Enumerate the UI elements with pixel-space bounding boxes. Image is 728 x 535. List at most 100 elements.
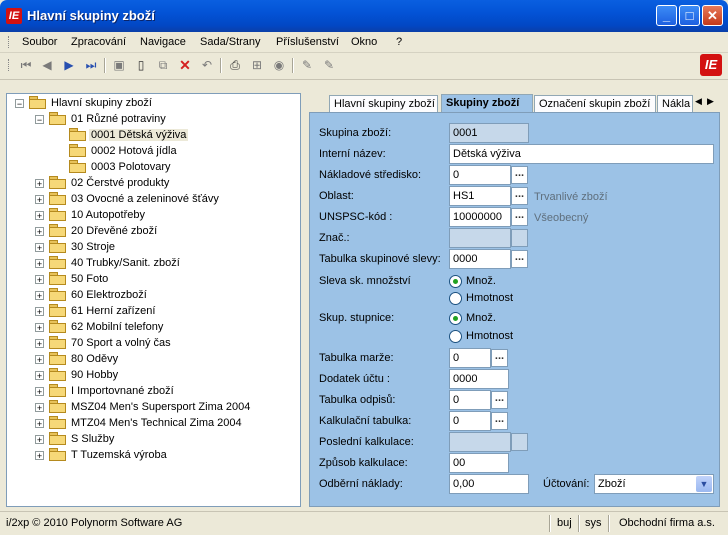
tab-naklady[interactable]: Nákla	[657, 95, 693, 113]
tree-node[interactable]: T Tuzemská výroba	[49, 447, 169, 463]
expand-icon[interactable]: +	[35, 419, 44, 429]
delete-icon[interactable]: ✕	[177, 57, 193, 73]
tree-node[interactable]: 80 Oděvy	[49, 351, 120, 367]
tree-icon[interactable]: ⊞	[249, 57, 265, 73]
chevron-down-icon[interactable]: ▼	[696, 476, 712, 492]
tree-node[interactable]: S Služby	[49, 431, 116, 447]
group-tree[interactable]: − Hlavní skupiny zboží − 01 Různé potrav…	[6, 93, 301, 507]
expand-icon[interactable]: +	[35, 179, 44, 189]
refresh-icon[interactable]: ◉	[271, 57, 287, 73]
nazev-input[interactable]: Dětská výživa	[449, 144, 714, 164]
slevy-input[interactable]: 0000	[449, 249, 511, 269]
expand-icon[interactable]: +	[35, 211, 44, 221]
kalk-lookup-button[interactable]: ...	[491, 412, 508, 430]
oblast-lookup-button[interactable]: ...	[511, 187, 528, 205]
tree-node[interactable]: 30 Stroje	[49, 239, 117, 255]
expand-icon[interactable]: +	[35, 355, 44, 365]
menu-navigace[interactable]: Navigace	[140, 36, 186, 48]
stupnice-mnoz-radio[interactable]	[449, 312, 462, 325]
tree-node[interactable]: 10 Autopotřeby	[49, 207, 147, 223]
tree-node[interactable]: MSZ04 Men's Supersport Zima 2004	[49, 399, 252, 415]
undo-icon[interactable]: ↶	[199, 57, 215, 73]
naklad-input[interactable]: 0	[449, 165, 511, 185]
new-document-icon[interactable]: ▯	[133, 57, 149, 73]
tree-node[interactable]: 61 Herní zařízení	[49, 303, 157, 319]
menu-soubor[interactable]: Soubor	[22, 36, 57, 48]
copy-icon[interactable]: ⧉	[155, 57, 171, 73]
expand-icon[interactable]: +	[35, 403, 44, 413]
tab-scroll-left-icon[interactable]: ◀	[695, 96, 704, 107]
tree-node-selected[interactable]: 0001 Dětská výživa	[69, 127, 189, 143]
tree-node[interactable]: 62 Mobilní telefony	[49, 319, 165, 335]
tree-node[interactable]: I Importovnané zboží	[49, 383, 176, 399]
stupnice-hmotnost-radio[interactable]	[449, 330, 462, 343]
save-icon[interactable]: ▣	[111, 57, 127, 73]
expand-icon[interactable]: +	[35, 451, 44, 461]
expand-icon[interactable]: +	[35, 243, 44, 253]
menu-zpracovani[interactable]: Zpracování	[71, 36, 126, 48]
tree-node[interactable]: 20 Dřevěné zboží	[49, 223, 159, 239]
tree-node[interactable]: 03 Ovocné a zeleninové šťávy	[49, 191, 221, 207]
next-record-icon[interactable]: ▶	[61, 57, 77, 73]
tab-scroll-right-icon[interactable]: ▶	[707, 96, 716, 107]
tab-hlavni-skupiny[interactable]: Hlavní skupiny zboží	[329, 95, 438, 113]
menu-prislusenstvi[interactable]: Příslušenství	[276, 36, 339, 48]
menu-okno[interactable]: Okno	[351, 36, 377, 48]
expand-icon[interactable]: +	[35, 259, 44, 269]
tree-node[interactable]: 40 Trubky/Sanit. zboží	[49, 255, 182, 271]
slevy-lookup-button[interactable]: ...	[511, 250, 528, 268]
posledni-kalkulace-label: Poslední kalkulace:	[319, 436, 414, 448]
dodatek-input[interactable]: 0000	[449, 369, 509, 389]
expand-icon[interactable]: +	[35, 339, 44, 349]
kalk-input[interactable]: 0	[449, 411, 491, 431]
close-button[interactable]: ✕	[702, 5, 723, 26]
prev-record-icon[interactable]: ◀	[39, 57, 55, 73]
menu-help[interactable]: ?	[396, 36, 402, 48]
collapse-icon[interactable]: −	[35, 115, 44, 125]
tree-node[interactable]: 01 Různé potraviny	[49, 111, 168, 127]
print-icon[interactable]: ⎙	[227, 57, 243, 73]
uctovani-select[interactable]: Zboží ▼	[594, 474, 714, 494]
odberni-input[interactable]: 0,00	[449, 474, 529, 494]
edit-all-icon[interactable]: ✎	[321, 57, 337, 73]
sleva-mnoz-radio[interactable]	[449, 275, 462, 288]
expand-icon[interactable]: +	[35, 275, 44, 285]
naklad-lookup-button[interactable]: ...	[511, 166, 528, 184]
tree-node[interactable]: 70 Sport a volný čas	[49, 335, 173, 351]
expand-icon[interactable]: +	[35, 323, 44, 333]
tree-node[interactable]: 02 Čerstvé produkty	[49, 175, 171, 191]
expand-icon[interactable]: +	[35, 387, 44, 397]
expand-icon[interactable]: +	[35, 291, 44, 301]
unspsc-lookup-button[interactable]: ...	[511, 208, 528, 226]
tree-node[interactable]: 60 Elektrozboží	[49, 287, 149, 303]
edit-icon[interactable]: ✎	[299, 57, 315, 73]
expand-icon[interactable]: +	[35, 227, 44, 237]
maximize-button[interactable]: □	[679, 5, 700, 26]
marze-input[interactable]: 0	[449, 348, 491, 368]
last-record-icon[interactable]: ⏭	[83, 57, 99, 73]
tab-oznaceni-skupin[interactable]: Označení skupin zboží	[534, 95, 656, 113]
tree-node[interactable]: MTZ04 Men's Technical Zima 2004	[49, 415, 244, 431]
tree-node[interactable]: 0003 Polotovary	[69, 159, 173, 175]
tree-node[interactable]: 90 Hobby	[49, 367, 120, 383]
app-icon[interactable]: IE	[6, 8, 22, 24]
first-record-icon[interactable]: ⏮	[18, 57, 34, 73]
tree-node[interactable]: 50 Foto	[49, 271, 110, 287]
expand-icon[interactable]: +	[35, 435, 44, 445]
tree-root[interactable]: Hlavní skupiny zboží	[29, 95, 154, 111]
expand-icon[interactable]: +	[35, 371, 44, 381]
oblast-input[interactable]: HS1	[449, 186, 511, 206]
zpusob-input[interactable]: 00	[449, 453, 509, 473]
tree-node[interactable]: 0002 Hotová jídla	[69, 143, 179, 159]
expand-icon[interactable]: +	[35, 307, 44, 317]
marze-lookup-button[interactable]: ...	[491, 349, 508, 367]
unspsc-input[interactable]: 10000000	[449, 207, 511, 227]
tab-skupiny-zbozi[interactable]: Skupiny zboží	[441, 94, 533, 113]
collapse-icon[interactable]: −	[15, 99, 24, 109]
odpisy-lookup-button[interactable]: ...	[491, 391, 508, 409]
odpisy-input[interactable]: 0	[449, 390, 491, 410]
minimize-button[interactable]: _	[656, 5, 677, 26]
menu-sada-strany[interactable]: Sada/Strany	[200, 36, 261, 48]
sleva-hmotnost-radio[interactable]	[449, 292, 462, 305]
expand-icon[interactable]: +	[35, 195, 44, 205]
